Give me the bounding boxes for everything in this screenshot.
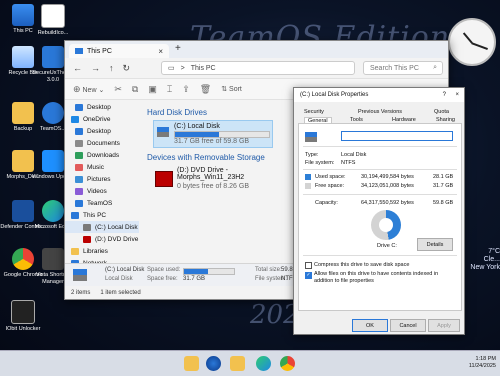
nav-item[interactable]: OneDrive	[65, 113, 139, 125]
nav-item[interactable]: Libraries	[65, 245, 139, 257]
computer-icon	[75, 48, 83, 54]
delete-icon[interactable]: 🗑	[200, 84, 211, 95]
nav-item-icon	[83, 223, 91, 231]
apply-button[interactable]: Apply	[428, 319, 460, 332]
copy-icon[interactable]: ⧉	[132, 84, 138, 95]
app-icon	[42, 248, 64, 270]
paste-icon[interactable]: ▣	[148, 84, 157, 95]
new-tab-button[interactable]: +	[175, 43, 181, 54]
nav-item-icon	[75, 139, 83, 147]
nav-item-icon	[75, 127, 83, 135]
update-icon	[42, 150, 64, 172]
nav-item[interactable]: Desktop	[65, 125, 139, 137]
file-icon	[41, 4, 65, 28]
tab-bar: This PC × +	[65, 41, 448, 58]
hard-drive-icon	[73, 269, 87, 281]
tab-previous-versions[interactable]: Previous Versions	[358, 109, 402, 115]
nav-item[interactable]: Music	[65, 161, 139, 173]
compress-checkbox[interactable]	[305, 262, 312, 269]
nav-item[interactable]: (C:) Local Disk	[65, 221, 139, 233]
nav-item-icon	[75, 151, 83, 159]
weather-widget: 7°C Cle... New York	[470, 248, 500, 271]
tab-this-pc[interactable]: This PC ×	[69, 44, 169, 58]
cut-icon[interactable]: ✂	[114, 84, 122, 95]
edge-icon[interactable]	[256, 356, 271, 371]
hard-drive-icon	[157, 127, 169, 137]
drive-c-usage-bar	[174, 131, 270, 138]
nav-item-icon	[75, 199, 83, 207]
clock-widget	[448, 18, 496, 66]
forward-icon[interactable]: →	[91, 63, 100, 73]
details-button[interactable]: Details	[417, 238, 453, 251]
nav-item[interactable]: This PC	[65, 209, 139, 221]
system-clock[interactable]: 1:18 PM 11/24/2025	[452, 356, 496, 370]
up-icon[interactable]: ↑	[109, 63, 114, 73]
nav-item[interactable]: TeamOS	[65, 197, 139, 209]
dialog-title-bar: (C:) Local Disk Properties ? ×	[294, 88, 464, 102]
sort-button[interactable]: ⇅ Sort	[221, 85, 242, 93]
nav-item[interactable]: Videos	[65, 185, 139, 197]
folder-icon[interactable]	[230, 356, 245, 371]
address-bar[interactable]: ▭ > This PC	[161, 61, 355, 75]
search-icon: ⌕	[433, 64, 437, 71]
taskbar: 1:18 PM 11/24/2025	[0, 350, 500, 376]
ok-button[interactable]: OK	[352, 319, 388, 332]
nav-item[interactable]: Downloads	[65, 149, 139, 161]
chrome-icon[interactable]	[280, 356, 295, 371]
nav-item-icon	[71, 115, 79, 123]
nav-item[interactable]: Desktop	[65, 101, 139, 113]
navigation-bar: ← → ↑ ↻ ▭ > This PC Search This PC ⌕	[65, 58, 448, 78]
monitor-icon: ▭	[168, 65, 175, 72]
drive-name-input[interactable]	[341, 131, 453, 141]
app-icon	[42, 46, 64, 68]
hard-drive-icon	[305, 132, 317, 142]
properties-dialog: (C:) Local Disk Properties ? × Security …	[293, 87, 465, 335]
tab-security[interactable]: Security	[304, 109, 324, 115]
nav-item-icon	[83, 235, 91, 243]
nav-item-icon	[71, 247, 79, 255]
drive-c[interactable]: (C:) Local Disk 31.7 GB free of 59.8 GB	[153, 120, 273, 148]
edge-icon	[42, 200, 64, 222]
drive-d[interactable]: (D:) DVD Drive - Morphs_Win11_23H2 0 byt…	[153, 165, 271, 195]
nav-item[interactable]: (D:) DVD Drive	[65, 233, 139, 245]
close-button[interactable]: ×	[455, 92, 459, 98]
file-explorer-taskbar-icon[interactable]	[184, 356, 199, 371]
refresh-icon[interactable]: ↻	[123, 63, 131, 74]
free-space-swatch	[305, 183, 311, 189]
tab-quota[interactable]: Quota	[434, 109, 449, 115]
nav-item[interactable]: Pictures	[65, 173, 139, 185]
navigation-pane: Desktop OneDrive Desktop Documents Downloads…	[65, 101, 139, 279]
nav-item-icon	[75, 163, 83, 171]
search-input[interactable]: Search This PC ⌕	[363, 61, 443, 75]
index-checkbox[interactable]: ✓	[305, 272, 312, 279]
rename-icon[interactable]: ⌶	[167, 84, 172, 95]
back-icon[interactable]: ←	[73, 63, 82, 73]
start-icon[interactable]	[206, 356, 221, 371]
nav-item-icon	[75, 103, 83, 111]
tab-close-button[interactable]: ×	[158, 47, 163, 56]
lock-icon	[11, 300, 35, 324]
desktop-icon-rebuildico[interactable]: RebuildIco...	[30, 4, 76, 37]
nav-item-icon	[71, 211, 79, 219]
nav-item-icon	[75, 187, 83, 195]
help-button[interactable]: ?	[443, 92, 446, 98]
disk-usage-donut	[371, 210, 401, 240]
app-icon	[42, 102, 64, 124]
plus-icon: ⊕	[73, 83, 81, 94]
desktop-icon-iobit-unlocker[interactable]: IObit Unlocker	[0, 300, 46, 333]
share-icon[interactable]: ⇪	[182, 84, 190, 95]
nav-item[interactable]: Documents	[65, 137, 139, 149]
dvd-drive-icon	[155, 171, 173, 187]
space-used-bar	[183, 268, 235, 275]
nav-item-icon	[75, 175, 83, 183]
new-button[interactable]: ⊕ New ⌄	[73, 84, 104, 95]
general-tab-pane: Type: Local Disk File system: NTFS Used …	[298, 123, 462, 311]
cancel-button[interactable]: Cancel	[390, 319, 426, 332]
used-space-swatch	[305, 174, 311, 180]
